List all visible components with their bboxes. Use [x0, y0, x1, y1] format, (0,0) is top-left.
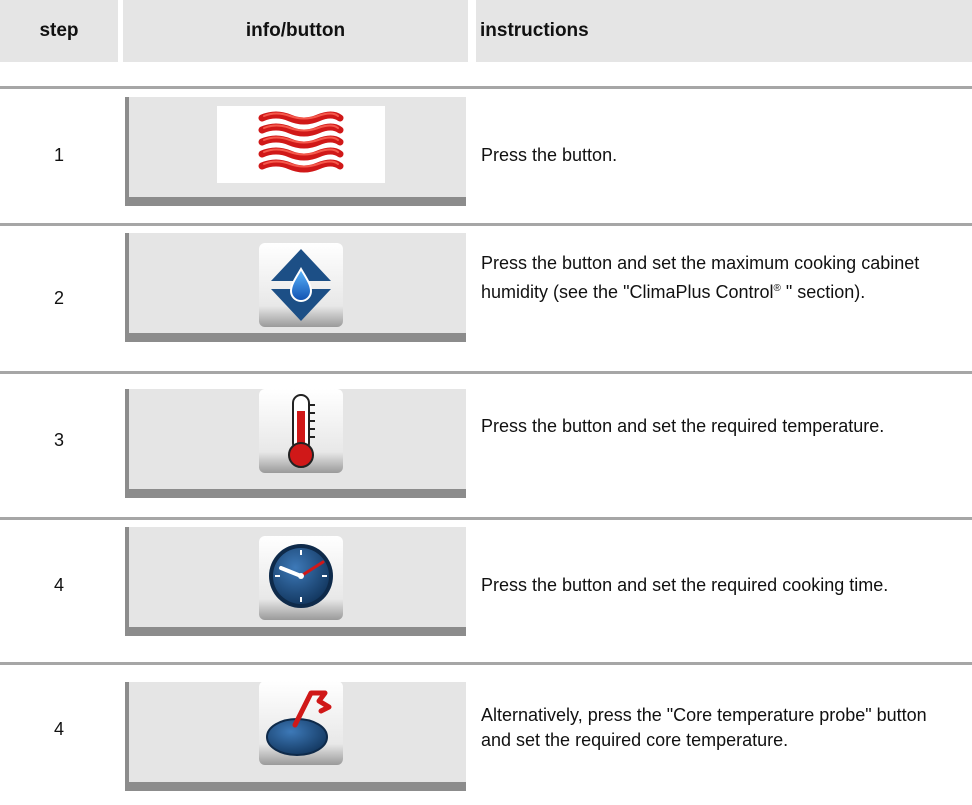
step-number: 4 [53, 719, 64, 739]
instruction-text: Press the button and set the required co… [481, 575, 889, 595]
cooking-time-button[interactable] [259, 536, 343, 620]
row-divider [0, 86, 972, 89]
humidity-updown-icon [259, 243, 343, 327]
step-number: 2 [53, 288, 64, 308]
humidity-button[interactable] [259, 243, 343, 327]
row-divider [0, 517, 972, 520]
instruction-text: Press the button and set the maximum coo… [481, 253, 920, 302]
instruction-text: Alternatively, press the "Core temperatu… [481, 705, 927, 750]
step-number: 4 [53, 575, 64, 595]
step-number: 3 [53, 430, 64, 450]
thermometer-icon [259, 389, 343, 473]
instruction-text: Press the button and set the required te… [481, 416, 885, 436]
core-temperature-probe-button[interactable] [259, 681, 343, 765]
header-step: step [0, 0, 118, 62]
heat-waves-icon [258, 111, 344, 172]
step-number: 1 [53, 145, 64, 165]
header-instructions: instructions [476, 0, 972, 62]
clock-icon [259, 536, 343, 620]
instruction-text: Press the button. [481, 145, 618, 165]
row-divider [0, 662, 972, 665]
core-probe-icon [259, 681, 343, 765]
row-divider [0, 371, 972, 374]
heat-waves-button[interactable] [217, 106, 385, 183]
row-divider [0, 223, 972, 226]
header-info-button: info/button [123, 0, 468, 62]
temperature-button[interactable] [259, 389, 343, 473]
